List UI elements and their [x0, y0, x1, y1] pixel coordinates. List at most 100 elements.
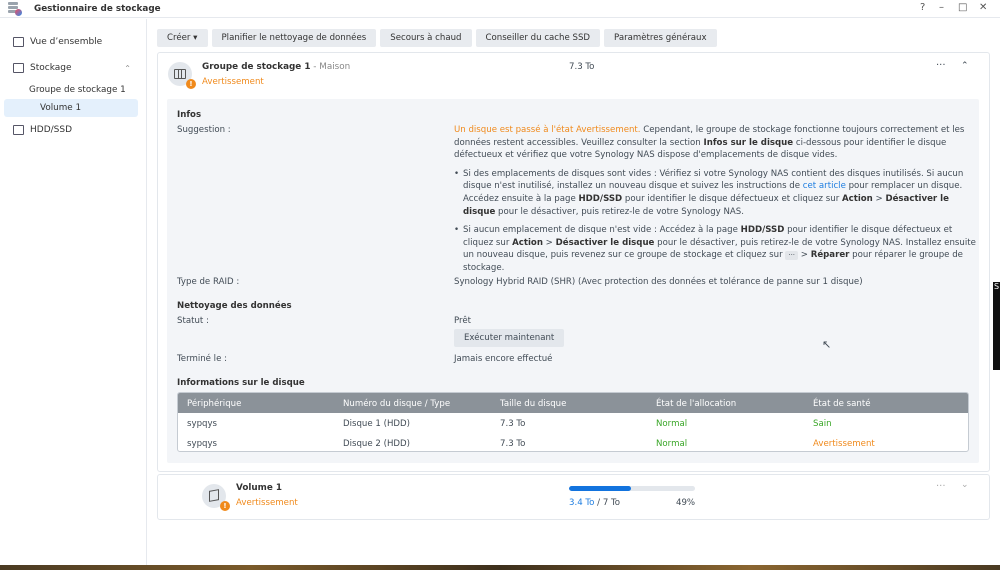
toolbar: Créer ▾ Planifier le nettoyage de donnée… [157, 29, 717, 47]
disk-info-heading: Informations sur le disque [177, 378, 305, 388]
suggestion-label: Suggestion : [177, 125, 231, 135]
sidebar-item-label: Groupe de stockage 1 [29, 85, 126, 95]
more-options-icon: ··· [785, 251, 799, 261]
warning-text: Un disque est passé à l'état Avertisseme… [454, 125, 641, 135]
global-settings-button[interactable]: Paramètres généraux [604, 29, 717, 47]
cell-health: Avertissement [813, 439, 875, 449]
run-now-button[interactable]: Exécuter maintenant [454, 329, 565, 347]
disk-table: Périphérique Numéro du disque / Type Tai… [177, 392, 969, 452]
cell-device: sypqys [187, 439, 218, 449]
storage-pool-icon: ! [168, 62, 196, 89]
suggestion-bullet-empty-slots: Si des emplacements de disques sont vide… [454, 168, 979, 218]
maximize-button[interactable]: □ [958, 2, 967, 13]
warning-icon: ! [186, 79, 196, 89]
more-options-icon[interactable]: ··· [936, 481, 946, 492]
completed-label: Terminé le : [177, 354, 227, 364]
raid-type-label: Type de RAID : [177, 277, 240, 287]
bold-text: Action [841, 193, 873, 204]
cell-size: 7.3 To [500, 439, 526, 449]
sidebar-item-hdd[interactable]: HDD/SSD [0, 121, 147, 139]
text: pour identifier le disque défectueux et … [622, 193, 842, 204]
cell-disk: Disque 1 (HDD) [343, 419, 411, 429]
column-header[interactable]: État de santé [813, 399, 871, 409]
usage-bar [569, 486, 695, 491]
chevron-up-icon[interactable]: ⌃ [124, 64, 131, 73]
suggestion-paragraph: Un disque est passé à l'état Avertisseme… [454, 124, 979, 162]
mouse-cursor-icon: ↖ [822, 338, 832, 351]
table-row[interactable]: sypqys Disque 1 (HDD) 7.3 To Normal Sain [178, 413, 968, 433]
sidebar-item-label: Stockage [30, 63, 72, 73]
column-header[interactable]: Périphérique [187, 399, 241, 409]
bold-text: Infos sur le disque [703, 137, 794, 148]
create-button[interactable]: Créer ▾ [157, 29, 208, 47]
scrub-status-label: Statut : [177, 316, 209, 326]
sidebar-item-label: Volume 1 [40, 103, 82, 113]
cell-size: 7.3 To [500, 419, 526, 429]
text: > [542, 237, 556, 248]
hdd-icon [13, 125, 24, 135]
volume-status: Avertissement [236, 498, 298, 508]
volume-card: ! Volume 1 Avertissement 3.4 To / 7 To 4… [157, 474, 990, 520]
sidebar-item-label: Vue d’ensemble [30, 37, 103, 47]
suggestion-bullet-no-empty-slots: Si aucun emplacement de disque n'est vid… [454, 224, 979, 274]
pool-location: Maison [319, 62, 351, 72]
bold-text: Désactiver le disque [555, 237, 655, 248]
pool-title: Groupe de stockage 1 - Maison [202, 62, 351, 72]
raid-type-value: Synology Hybrid RAID (SHR) (Avec protect… [454, 277, 863, 287]
pool-details-panel: Infos Suggestion : Un disque est passé à… [167, 99, 979, 463]
pool-status: Avertissement [202, 77, 264, 87]
text: pour le désactiver, puis retirez-le de v… [495, 206, 744, 217]
close-button[interactable]: ✕ [979, 2, 987, 13]
usage-text: 3.4 To / 7 To [569, 498, 621, 508]
suggestion-text: Un disque est passé à l'état Avertisseme… [454, 124, 979, 275]
bold-text: Réparer [810, 250, 850, 261]
column-header[interactable]: État de l'allocation [656, 399, 736, 409]
volume-title: Volume 1 [236, 483, 282, 493]
usage-percent: 49% [676, 498, 696, 508]
sidebar: Vue d’ensemble Stockage ⌃ Groupe de stock… [0, 19, 147, 565]
column-header[interactable]: Numéro du disque / Type [343, 399, 450, 409]
more-options-icon[interactable]: ··· [936, 60, 946, 71]
expand-icon[interactable]: ⌄ [961, 480, 969, 490]
text: Si aucun emplacement de disque n'est vid… [463, 225, 741, 236]
desktop-wallpaper [0, 565, 1000, 570]
ssd-cache-advisor-button[interactable]: Conseiller du cache SSD [475, 29, 601, 47]
help-button[interactable]: ? [920, 2, 925, 13]
cell-health: Sain [813, 419, 832, 429]
storage-pool-card: ! Groupe de stockage 1 - Maison Avertiss… [157, 52, 990, 472]
collapse-icon[interactable]: ⌃ [961, 61, 969, 71]
storage-icon [13, 63, 24, 73]
usage-bar-fill [569, 486, 631, 491]
bold-text: Action [512, 237, 543, 248]
scrub-status-value: Prêt [454, 316, 472, 326]
sidebar-item-overview[interactable]: Vue d’ensemble [0, 33, 147, 51]
infos-heading: Infos [177, 110, 202, 120]
minimize-button[interactable]: – [939, 2, 944, 13]
text: > [798, 250, 811, 261]
schedule-scrubbing-button[interactable]: Planifier le nettoyage de données [211, 29, 377, 47]
column-header[interactable]: Taille du disque [500, 399, 566, 409]
overview-icon [13, 37, 24, 47]
sidebar-item-volume[interactable]: Volume 1 [4, 99, 138, 117]
text: > [872, 193, 886, 204]
sidebar-item-pool[interactable]: Groupe de stockage 1 [0, 81, 147, 99]
cell-device: sypqys [187, 419, 218, 429]
table-header: Périphérique Numéro du disque / Type Tai… [178, 393, 968, 413]
completed-value: Jamais encore effectué [454, 354, 553, 364]
cell-disk: Disque 2 (HDD) [343, 439, 411, 449]
table-row[interactable]: sypqys Disque 2 (HDD) 7.3 To Normal Aver… [178, 433, 968, 451]
bold-text: HDD/SSD [740, 225, 785, 236]
warning-icon: ! [220, 501, 230, 511]
cell-allocation: Normal [656, 419, 688, 429]
edge-window: S [993, 282, 1000, 370]
article-link[interactable]: cet article [803, 181, 846, 191]
title-bar: Gestionnaire de stockage ? – □ ✕ [0, 0, 1000, 18]
main-content: Créer ▾ Planifier le nettoyage de donnée… [148, 19, 1000, 565]
hot-spare-button[interactable]: Secours à chaud [380, 29, 472, 47]
storage-manager-icon [8, 1, 22, 16]
scrubbing-heading: Nettoyage des données [177, 301, 292, 311]
window-title: Gestionnaire de stockage [34, 3, 161, 14]
cell-allocation: Normal [656, 439, 688, 449]
sidebar-item-storage[interactable]: Stockage ⌃ [0, 59, 147, 77]
bold-text: HDD/SSD [578, 193, 623, 204]
